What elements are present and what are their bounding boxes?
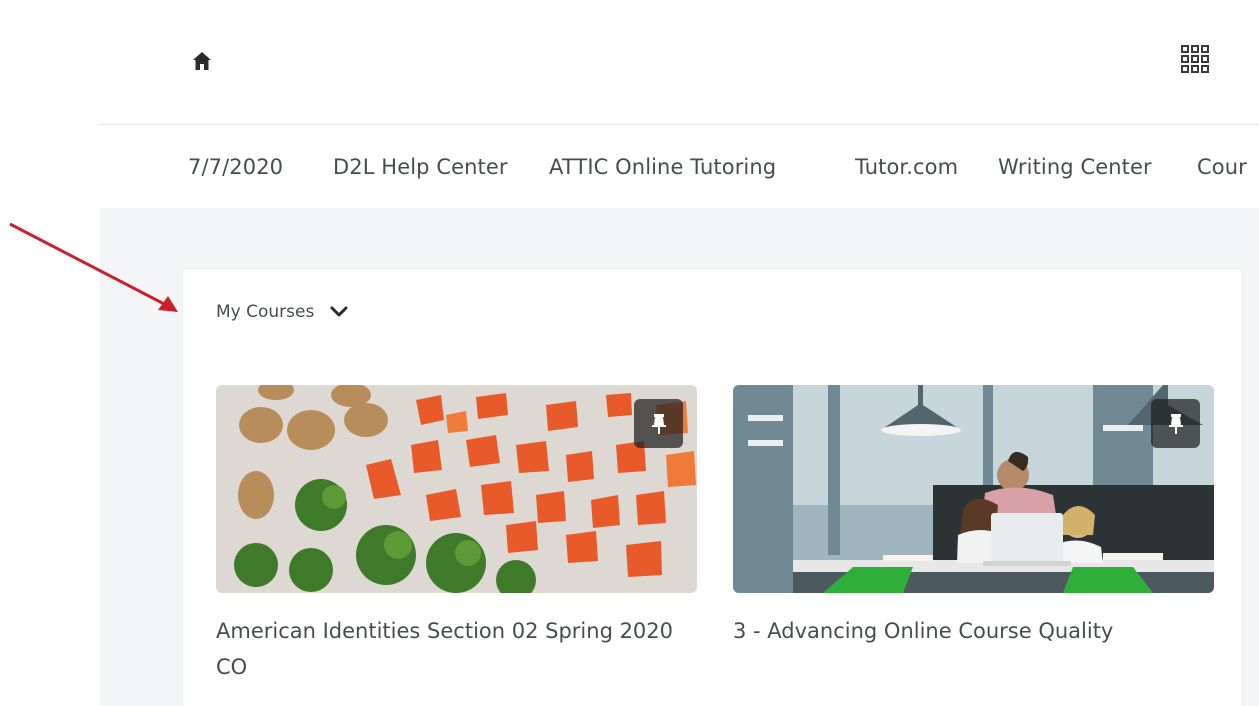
my-courses-widget: My Courses American Identities Section 0… — [182, 268, 1243, 706]
nav-link-attic-online-tutoring[interactable]: ATTIC Online Tutoring — [549, 155, 776, 179]
nav-link-writing-center[interactable]: Writing Center — [998, 155, 1152, 179]
nav-link-tutor-com[interactable]: Tutor.com — [855, 155, 958, 179]
nav-link-date[interactable]: 7/7/2020 — [188, 155, 283, 179]
widget-title: My Courses — [216, 302, 315, 322]
nav-link-courses[interactable]: Cour — [1197, 155, 1247, 179]
chevron-down-icon[interactable] — [330, 306, 348, 318]
course-image-vegetables[interactable] — [216, 385, 697, 593]
pin-icon — [1168, 413, 1183, 434]
pin-button[interactable] — [634, 399, 683, 448]
content-area: My Courses American Identities Section 0… — [100, 208, 1259, 706]
nav-link-d2l-help-center[interactable]: D2L Help Center — [333, 155, 508, 179]
course-card[interactable]: 3 - Advancing Online Course Quality — [733, 385, 1214, 649]
pin-button[interactable] — [1151, 399, 1200, 448]
course-title[interactable]: 3 - Advancing Online Course Quality — [733, 613, 1203, 649]
course-card[interactable]: American Identities Section 02 Spring 20… — [216, 385, 697, 685]
top-bar — [100, 0, 1259, 125]
my-courses-toggle[interactable]: My Courses — [216, 302, 348, 322]
nav-bar: 7/7/2020 D2L Help Center ATTIC Online Tu… — [100, 126, 1259, 208]
home-icon[interactable] — [191, 50, 213, 72]
annotation-arrow-icon — [9, 222, 178, 312]
pin-icon — [651, 413, 666, 434]
course-image-students[interactable] — [733, 385, 1214, 593]
course-title[interactable]: American Identities Section 02 Spring 20… — [216, 613, 686, 685]
grid-icon[interactable] — [1180, 44, 1210, 74]
